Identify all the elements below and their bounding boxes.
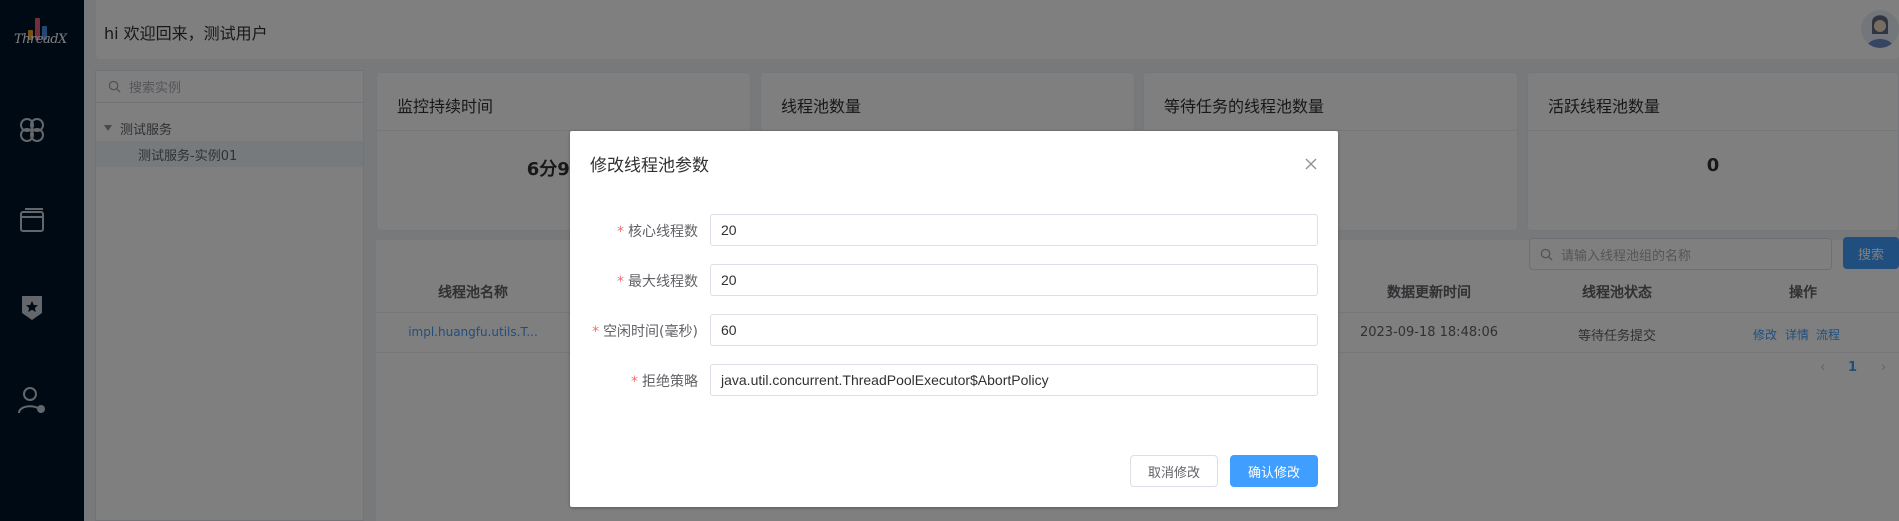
max-threads-label: * 最大线程数	[617, 274, 698, 290]
edit-pool-dialog: 修改线程池参数 * 核心线程数 20 * 最大线程数 20 * 空闲时间(毫秒) 60…	[570, 131, 1338, 507]
cancel-button[interactable]: 取消修改	[1130, 455, 1218, 487]
idle-time-input[interactable]: 60	[710, 314, 1318, 346]
core-threads-label: * 核心线程数	[617, 224, 698, 240]
max-threads-input[interactable]: 20	[710, 264, 1318, 296]
dialog-title: 修改线程池参数	[590, 156, 709, 176]
close-icon[interactable]	[1304, 157, 1318, 171]
reject-policy-label: * 拒绝策略	[631, 374, 698, 390]
core-threads-input[interactable]: 20	[710, 214, 1318, 246]
reject-policy-input[interactable]: java.util.concurrent.ThreadPoolExecutor$…	[710, 364, 1318, 396]
confirm-button[interactable]: 确认修改	[1230, 455, 1318, 487]
idle-time-label: * 空闲时间(毫秒)	[592, 324, 698, 340]
